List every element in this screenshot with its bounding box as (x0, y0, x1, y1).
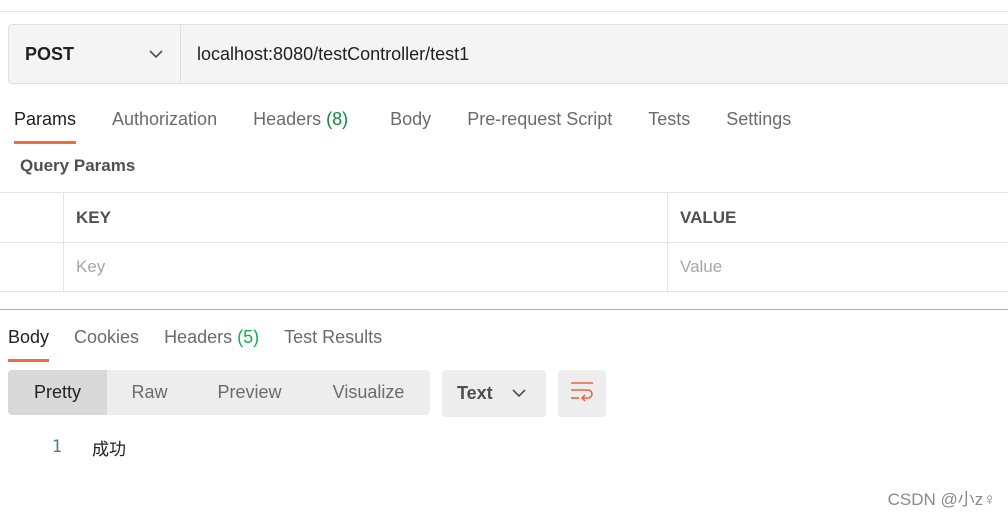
tab-label: Tests (648, 109, 691, 129)
tab-label: Test Results (284, 327, 383, 347)
url-input[interactable]: localhost:8080/testController/test1 (181, 25, 1008, 83)
request-url-bar: POST localhost:8080/testController/test1 (8, 24, 1008, 84)
format-tabs: Pretty Raw Preview Visualize (8, 370, 430, 415)
query-params-title: Query Params (20, 156, 136, 175)
tab-response-body[interactable]: Body (8, 318, 50, 362)
key-header-cell: KEY (64, 193, 668, 242)
chevron-down-icon (148, 46, 164, 62)
response-tabs: Body Cookies Headers (5) Test Results (8, 318, 382, 362)
tab-test-results[interactable]: Test Results (284, 318, 382, 362)
top-divider (0, 11, 1008, 12)
key-placeholder: Key (76, 257, 106, 276)
tab-pre-request-script[interactable]: Pre-request Script (467, 100, 612, 144)
response-body-line: 1 成功 (0, 434, 126, 460)
format-raw[interactable]: Raw (107, 370, 192, 415)
response-headers-count-badge: (5) (237, 327, 260, 347)
tab-settings[interactable]: Settings (726, 100, 791, 144)
tab-body[interactable]: Body (390, 100, 431, 144)
tab-label: Params (14, 109, 77, 129)
tab-params[interactable]: Params (14, 100, 77, 144)
format-pretty[interactable]: Pretty (8, 370, 107, 415)
tab-label: Cookies (74, 327, 140, 347)
key-input[interactable]: Key (64, 243, 668, 291)
value-header: VALUE (680, 207, 737, 227)
headers-count-badge: (8) (326, 109, 349, 129)
tab-label: Settings (726, 109, 792, 129)
query-params-table: KEY VALUE Key Value (0, 192, 1008, 292)
tab-label: Body (390, 109, 432, 129)
line-number: 1 (51, 437, 62, 457)
tab-label: Body (8, 327, 50, 347)
word-wrap-button[interactable] (558, 370, 606, 417)
value-input[interactable]: Value (668, 243, 1008, 291)
chevron-down-icon (511, 386, 527, 402)
tab-label: Pre-request Script (467, 109, 613, 129)
tab-response-headers[interactable]: Headers (5) (164, 318, 259, 362)
row-checkbox[interactable] (0, 243, 64, 291)
tab-tests[interactable]: Tests (648, 100, 690, 144)
watermark: CSDN @小z♀ (887, 490, 996, 509)
method-label: POST (25, 43, 75, 64)
value-header-cell: VALUE (668, 193, 1008, 242)
tab-label: Headers (253, 109, 322, 129)
tab-label: Authorization (112, 109, 218, 129)
tab-authorization[interactable]: Authorization (112, 100, 217, 144)
table-row: Key Value (0, 242, 1008, 292)
table-header-row: KEY VALUE (0, 192, 1008, 242)
checkbox-column (0, 193, 64, 242)
format-visualize[interactable]: Visualize (307, 370, 430, 415)
word-wrap-icon (570, 380, 594, 407)
value-placeholder: Value (680, 257, 723, 276)
tab-cookies[interactable]: Cookies (74, 318, 139, 362)
tab-headers[interactable]: Headers (8) (253, 100, 348, 144)
response-type-label: Text (457, 383, 493, 403)
format-preview[interactable]: Preview (192, 370, 307, 415)
tab-label: Headers (164, 327, 233, 347)
request-tabs: Params Authorization Headers (8) Body Pr… (0, 100, 791, 144)
response-type-dropdown[interactable]: Text (442, 370, 546, 417)
method-selector[interactable]: POST (9, 25, 181, 83)
response-text: 成功 (92, 439, 126, 460)
key-header: KEY (76, 207, 111, 227)
response-divider[interactable] (0, 309, 1008, 310)
